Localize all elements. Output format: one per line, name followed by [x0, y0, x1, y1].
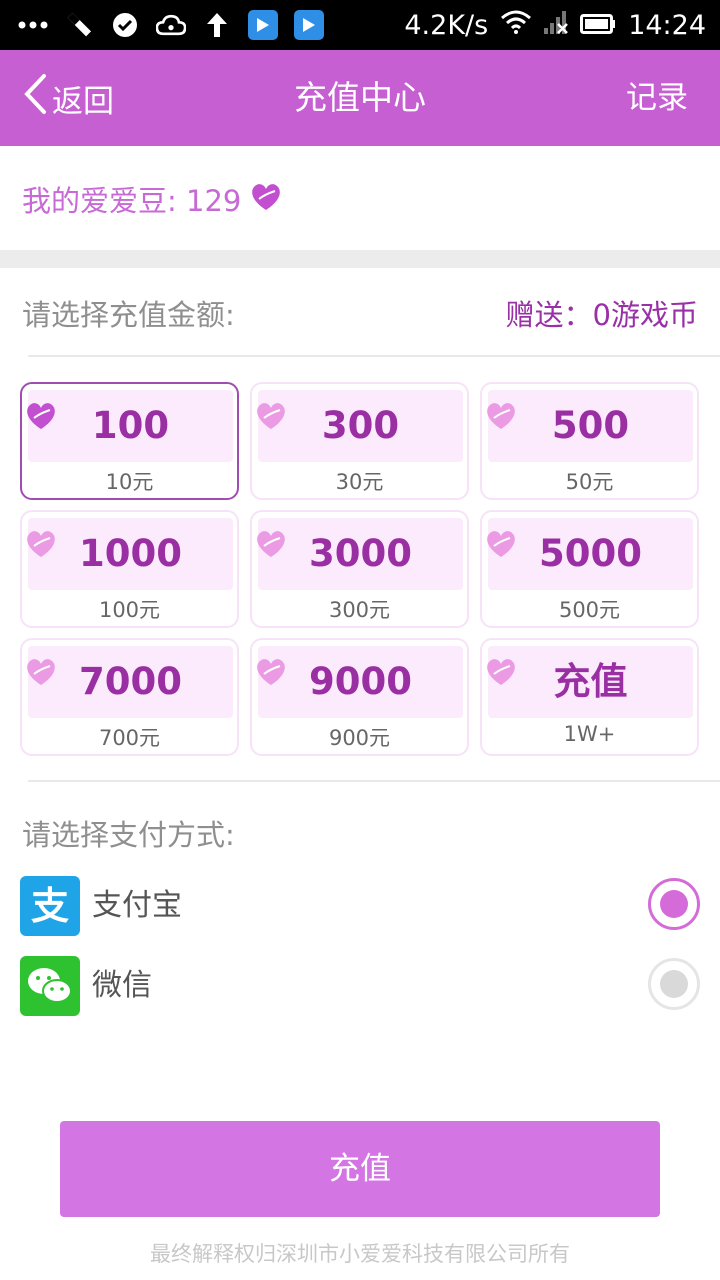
- status-bar-left: [18, 8, 324, 42]
- alipay-icon: 支: [20, 876, 80, 936]
- package-card-1000[interactable]: 1000 100元: [20, 510, 239, 628]
- package-card-top: 500: [488, 390, 693, 462]
- package-card-300[interactable]: 300 30元: [250, 382, 469, 500]
- upload-arrow-icon: [202, 10, 232, 40]
- cloud-icon: [156, 10, 186, 40]
- package-amount: 7000: [79, 660, 182, 703]
- package-amount: 100: [91, 404, 170, 447]
- status-bar: 4.2K/s 14:24: [0, 0, 720, 50]
- back-label: 返回: [52, 83, 114, 120]
- package-amount: 9000: [309, 660, 412, 703]
- package-card-top: 7000: [28, 646, 233, 718]
- signal-icon: [544, 10, 569, 41]
- play-app-icon: [248, 10, 278, 40]
- radio-wechat[interactable]: [648, 958, 700, 1010]
- wifi-icon: [500, 10, 532, 41]
- package-card-top: 300: [258, 390, 463, 462]
- package-amount: 300: [321, 404, 400, 447]
- package-amount: 1000: [79, 532, 182, 575]
- heart-bean-icon: [484, 654, 518, 692]
- radio-alipay[interactable]: [648, 878, 700, 930]
- status-bar-right: 4.2K/s 14:24: [404, 8, 706, 42]
- package-card-9000[interactable]: 9000 900元: [250, 638, 469, 756]
- app-header: 充值中心 返回 记录: [0, 50, 720, 146]
- package-price: 30元: [335, 470, 384, 494]
- amount-section-label: 请选择充值金额:: [22, 298, 235, 332]
- payment-name: 微信: [92, 968, 152, 1003]
- package-card-100[interactable]: 100 10元: [20, 382, 239, 500]
- payment-option-wechat[interactable]: 微信: [20, 956, 700, 1016]
- heart-bean-icon: [484, 398, 518, 436]
- package-card-3000[interactable]: 3000 300元: [250, 510, 469, 628]
- play-app-icon: [294, 10, 324, 40]
- package-card-7000[interactable]: 7000 700元: [20, 638, 239, 756]
- chevron-left-icon: [22, 73, 48, 123]
- check-circle-icon: [110, 10, 140, 40]
- payment-section-label: 请选择支付方式:: [22, 818, 235, 852]
- heart-bean-icon: [254, 526, 288, 564]
- section-separator: [0, 250, 720, 268]
- tool-icon: [64, 10, 94, 40]
- svg-text:支: 支: [31, 884, 69, 928]
- package-price: 100元: [98, 598, 161, 622]
- footer-disclaimer: 最终解释权归深圳市小爱爱科技有限公司所有: [150, 1242, 570, 1266]
- package-card-top: 5000: [488, 518, 693, 590]
- payment-name: 支付宝: [92, 888, 182, 923]
- package-amount: 500: [551, 404, 630, 447]
- package-price: 1W+: [563, 722, 616, 746]
- network-speed: 4.2K/s: [404, 9, 489, 41]
- balance-row: 我的爱爱豆: 129: [22, 176, 283, 222]
- heart-bean-icon: [249, 179, 283, 220]
- heart-bean-icon: [254, 654, 288, 692]
- package-amount: 5000: [539, 532, 642, 575]
- package-card-5000[interactable]: 5000 500元: [480, 510, 699, 628]
- payment-option-alipay[interactable]: 支 支付宝: [20, 876, 700, 936]
- recharge-button[interactable]: 充值: [60, 1121, 660, 1217]
- package-card-500[interactable]: 500 50元: [480, 382, 699, 500]
- more-dots-icon: [18, 10, 48, 40]
- divider: [28, 780, 720, 782]
- balance-label: 我的爱爱豆: 129: [22, 184, 242, 218]
- bonus-label: 赠送：0游戏币: [505, 298, 698, 332]
- package-card-top: 3000: [258, 518, 463, 590]
- package-price: 300元: [328, 598, 391, 622]
- package-amount: 3000: [309, 532, 412, 575]
- back-button[interactable]: 返回: [22, 50, 114, 146]
- heart-bean-icon: [484, 526, 518, 564]
- heart-bean-icon: [254, 398, 288, 436]
- package-price: 700元: [98, 726, 161, 750]
- heart-bean-icon: [24, 398, 58, 436]
- clock: 14:24: [628, 9, 706, 41]
- package-card-top: 充值: [488, 646, 693, 718]
- records-button[interactable]: 记录: [626, 50, 688, 146]
- heart-bean-icon: [24, 526, 58, 564]
- package-card-top: 1000: [28, 518, 233, 590]
- package-card-top: 100: [28, 390, 233, 462]
- package-price: 50元: [565, 470, 614, 494]
- heart-bean-icon: [24, 654, 58, 692]
- package-card-custom[interactable]: 充值 1W+: [480, 638, 699, 756]
- package-price: 500元: [558, 598, 621, 622]
- package-price: 900元: [328, 726, 391, 750]
- battery-icon: [580, 10, 616, 41]
- package-card-top: 9000: [258, 646, 463, 718]
- wechat-icon: [20, 956, 80, 1016]
- package-amount: 充值: [553, 660, 628, 703]
- divider: [28, 355, 720, 357]
- package-price: 10元: [105, 470, 154, 494]
